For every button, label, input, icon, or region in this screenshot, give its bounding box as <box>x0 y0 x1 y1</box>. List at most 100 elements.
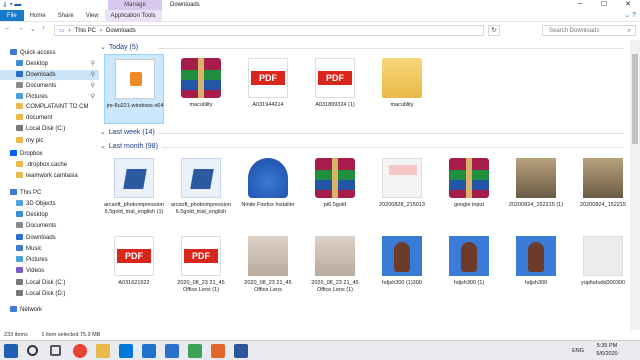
camtasia-recorder-icon[interactable] <box>211 344 225 358</box>
sidebar-item-this-pc[interactable]: This PC <box>0 188 99 198</box>
file-explorer-icon[interactable] <box>96 344 110 358</box>
file-item[interactable]: yupfududd300300 <box>573 232 628 302</box>
file-item[interactable]: 2020_08_23 21_45 Office Lens <box>238 232 298 302</box>
ribbon-tab-file[interactable]: File <box>0 10 24 21</box>
java-glyph <box>130 72 142 86</box>
address-bar[interactable]: ▭ › This PC › Downloads <box>54 25 484 36</box>
sidebar-item-dropbox[interactable]: Dropbox <box>0 149 99 159</box>
ribbon-tab-share[interactable]: Share <box>52 10 80 21</box>
file-item[interactable]: google input <box>439 154 499 224</box>
sidebar-item-music[interactable]: Music <box>0 244 99 254</box>
sidebar-item-complataint-to-cm[interactable]: COMPLATAINT TO CM <box>0 102 99 112</box>
item-count: 233 items <box>4 332 28 338</box>
file-item[interactable]: arcsoft_photoimpression6.5gold_trial_eng… <box>171 154 231 224</box>
group-divider <box>162 147 624 148</box>
file-item[interactable]: PDF A031944214 <box>238 54 298 124</box>
sidebar-item-local-disk-c[interactable]: Local Disk (C:) <box>0 124 99 134</box>
save-icon[interactable]: ▪ <box>10 1 12 9</box>
sidebar-item-3d-objects[interactable]: 3D Objects <box>0 199 99 209</box>
manage-context-tab[interactable]: Manage <box>108 0 162 10</box>
sidebar-item-quick-access[interactable]: Quick access <box>0 48 99 58</box>
group-header[interactable]: ⌄ Last month (98) <box>100 142 628 152</box>
folder-icon[interactable]: ▬ <box>14 1 21 9</box>
sidebar-item-local-disk-c[interactable]: Local Disk (C:) <box>0 278 99 288</box>
file-item[interactable]: pi6.5gold <box>305 154 365 224</box>
file-name: arcsoft_photoimpression6.5gold_trial_eng… <box>104 202 164 215</box>
scroll-thumb[interactable] <box>632 54 638 144</box>
vertical-scrollbar[interactable] <box>630 40 640 330</box>
file-item[interactable]: macutility <box>372 54 432 124</box>
file-item[interactable]: 20200824_152215 <box>573 154 628 224</box>
sidebar-item-dropbox-cache[interactable]: .dropbox.cache <box>0 160 99 170</box>
sidebar-item-downloads[interactable]: Downloads ⚲ <box>0 70 99 80</box>
maximize-button[interactable]: ☐ <box>592 0 616 10</box>
sidebar-item-desktop[interactable]: Desktop <box>0 210 99 220</box>
clock[interactable]: 5:35 PM 9/6/2020 <box>592 342 622 358</box>
music-icon <box>16 245 23 252</box>
file-item[interactable]: PDF 2020_08_23 21_45 Office Lens (1) <box>171 232 231 302</box>
search-input[interactable]: Search Downloads ⌕ <box>542 25 636 36</box>
file-item[interactable]: Ninite Firefox Installer <box>238 154 298 224</box>
ribbon-tab-view[interactable]: View <box>80 10 105 21</box>
taskbar: ENG 5:35 PM 9/6/2020 <box>0 340 640 360</box>
sidebar-item-network[interactable]: Network <box>0 305 99 315</box>
quick-access-toolbar[interactable]: ⇓ ▪ ▬ <box>2 1 21 9</box>
close-button[interactable]: ✕ <box>616 0 640 10</box>
back-arrow-icon[interactable]: ← <box>4 25 11 33</box>
recent-chevron-icon[interactable]: ⌄ <box>30 25 36 33</box>
minimize-button[interactable]: ─ <box>568 0 592 10</box>
photo-file-icon <box>583 158 623 198</box>
sidebar-item-downloads[interactable]: Downloads <box>0 233 99 243</box>
breadcrumb-this-pc[interactable]: This PC <box>75 28 96 34</box>
camtasia-icon[interactable] <box>188 344 202 358</box>
sidebar-item-teamwork-camtasia[interactable]: teamwork camtasia <box>0 171 99 181</box>
edge-icon[interactable] <box>119 344 133 358</box>
sidebar-item-label: document <box>26 115 53 121</box>
sidebar-item-pictures[interactable]: Pictures <box>0 255 99 265</box>
network-icon <box>10 306 17 313</box>
sidebar-item-desktop[interactable]: Desktop ⚲ <box>0 59 99 69</box>
store-icon[interactable] <box>165 344 179 358</box>
sidebar-item-my-pic[interactable]: my pic <box>0 136 99 146</box>
ribbon-tab-application-tools[interactable]: Application Tools <box>104 10 162 21</box>
doc-file-icon <box>382 158 422 198</box>
file-item[interactable]: hdjsh300 (1) <box>439 232 499 302</box>
ribbon-help-icon[interactable]: ⌄ ? <box>624 10 636 22</box>
group-header[interactable]: ⌄ Last week (14) <box>100 128 628 138</box>
file-item[interactable]: 20200828_215013 <box>372 154 432 224</box>
drive-icon <box>16 290 23 297</box>
ribbon-tab-home[interactable]: Home <box>24 10 52 21</box>
word-icon[interactable] <box>234 344 248 358</box>
file-item[interactable]: PDF A031899324 (1) <box>305 54 365 124</box>
file-item[interactable]: macutility <box>171 54 231 124</box>
up-arrow-icon[interactable]: ↑ <box>42 25 46 33</box>
refresh-button[interactable]: ↻ <box>488 25 500 36</box>
chrome-icon[interactable] <box>73 344 87 358</box>
file-item[interactable]: hdjsh300 (1)300 <box>372 232 432 302</box>
sidebar-item-pictures[interactable]: Pictures ⚲ <box>0 92 99 102</box>
mail-icon[interactable] <box>142 344 156 358</box>
forward-arrow-icon[interactable]: → <box>17 25 24 33</box>
search-icon[interactable] <box>27 345 38 356</box>
file-item[interactable]: jre-8u221-windows-x64 <box>104 54 164 124</box>
group-header[interactable]: ⌄ Today (5) <box>100 43 628 53</box>
sidebar-item-videos[interactable]: Videos <box>0 266 99 276</box>
chevron-down-icon[interactable]: ⌄ <box>100 143 106 150</box>
chevron-down-icon[interactable]: ⌄ <box>100 44 106 51</box>
sidebar-item-documents[interactable]: Documents ⚲ <box>0 81 99 91</box>
start-icon[interactable] <box>4 344 18 358</box>
language-indicator[interactable]: ENG <box>572 342 584 360</box>
file-item[interactable]: 20200824_152215 (1) <box>506 154 566 224</box>
file-item[interactable]: 2020_08_23 21_45 Office Lens (1) <box>305 232 365 302</box>
file-item[interactable]: PDF A031621922 <box>104 232 164 302</box>
chevron-down-icon[interactable]: ⌄ <box>100 129 106 136</box>
file-item[interactable]: hdjsh300 <box>506 232 566 302</box>
file-item[interactable]: arcsoft_photoimpression6.5gold_trial_eng… <box>104 154 164 224</box>
down-arrow-icon[interactable]: ⇓ <box>2 1 8 9</box>
sidebar-item-document[interactable]: document <box>0 113 99 123</box>
breadcrumb-downloads[interactable]: Downloads <box>106 28 136 34</box>
sidebar-item-local-disk-d[interactable]: Local Disk (D:) <box>0 289 99 299</box>
task-view-icon[interactable] <box>50 345 61 356</box>
sidebar-item-documents[interactable]: Documents <box>0 221 99 231</box>
java-file-icon <box>115 59 155 99</box>
